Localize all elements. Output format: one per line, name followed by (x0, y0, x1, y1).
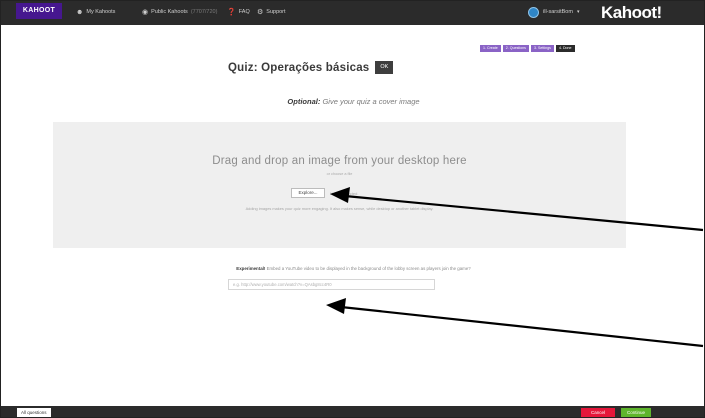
chevron-down-icon: ▾ (576, 9, 580, 15)
question-icon: ❓ (227, 8, 236, 16)
top-nav-bar: KAHOOT ☻ My Kahoots ◉ Public Kahoots (77… (1, 1, 704, 25)
experimental-text: Embed a YouTube video to be displayed in… (266, 266, 471, 271)
drop-zone-heading: Drag and drop an image from your desktop… (212, 155, 467, 167)
step-create[interactable]: 1. Create (480, 45, 501, 52)
cover-image-prompt: Optional: Give your quiz a cover image (1, 97, 704, 106)
kahoot-create-page: KAHOOT ☻ My Kahoots ◉ Public Kahoots (77… (0, 0, 705, 418)
user-menu[interactable]: ill-sarsitBom ▾ (528, 5, 579, 19)
kahoot-logo: Kahoot! (601, 3, 662, 22)
avatar (528, 6, 539, 18)
step-settings[interactable]: 3. Settings (530, 45, 554, 52)
quiz-title[interactable]: Quiz: Operações básicas (228, 62, 369, 74)
youtube-url-input[interactable] (228, 279, 435, 290)
brand-tab[interactable]: KAHOOT (16, 3, 62, 19)
experimental-video-prompt: Experimental! Embed a YouTube video to b… (1, 266, 704, 271)
continue-button[interactable]: Continue (621, 408, 651, 417)
cover-prompt-label: Optional: (287, 97, 321, 106)
nav-public-kahoots-count: (7707/720) (190, 9, 218, 15)
progress-steps: 1. Create 2. Questions 3. Settings 4. Do… (480, 45, 575, 52)
support-icon: ⚙ (257, 8, 264, 16)
user-name: ill-sarsitBom (543, 9, 573, 15)
experimental-label: Experimental! (236, 266, 266, 271)
nav-support[interactable]: ⚙ Support (257, 6, 286, 18)
no-file-selected-text: No file selected. (330, 190, 359, 196)
step-done[interactable]: 4. Done (555, 45, 575, 52)
drop-zone-or: or choose a file (326, 172, 353, 176)
nav-public-kahoots[interactable]: ◉ Public Kahoots (7707/720) (142, 6, 217, 18)
nav-my-kahoots[interactable]: ☻ My Kahoots (76, 6, 115, 18)
quiz-title-row: Quiz: Operações básicas OK (228, 61, 394, 74)
nav-public-kahoots-label: Public Kahoots (151, 9, 188, 15)
cover-prompt-text: Give your quiz a cover image (322, 97, 420, 106)
step-questions[interactable]: 2. Questions (502, 45, 529, 52)
browse-file-button[interactable]: Explore... (291, 188, 325, 198)
all-questions-button[interactable]: All questions (17, 408, 51, 417)
nav-faq-label: FAQ (238, 9, 250, 15)
nav-faq[interactable]: ❓ FAQ (227, 6, 250, 18)
globe-icon: ◉ (142, 8, 149, 16)
file-picker: Explore... No file selected. (291, 188, 358, 198)
drop-zone-help: Adding images makes your quiz more engag… (245, 206, 434, 211)
user-icon: ☻ (76, 8, 84, 16)
nav-support-label: Support (266, 9, 286, 15)
cancel-button[interactable]: Cancel (581, 408, 615, 417)
bottom-bar: All questions Cancel Continue (1, 406, 704, 417)
nav-my-kahoots-label: My Kahoots (86, 9, 116, 15)
screenshot-frame: KAHOOT ☻ My Kahoots ◉ Public Kahoots (77… (0, 0, 705, 418)
image-drop-zone[interactable]: Drag and drop an image from your desktop… (53, 122, 626, 248)
ok-button[interactable]: OK (375, 61, 394, 74)
